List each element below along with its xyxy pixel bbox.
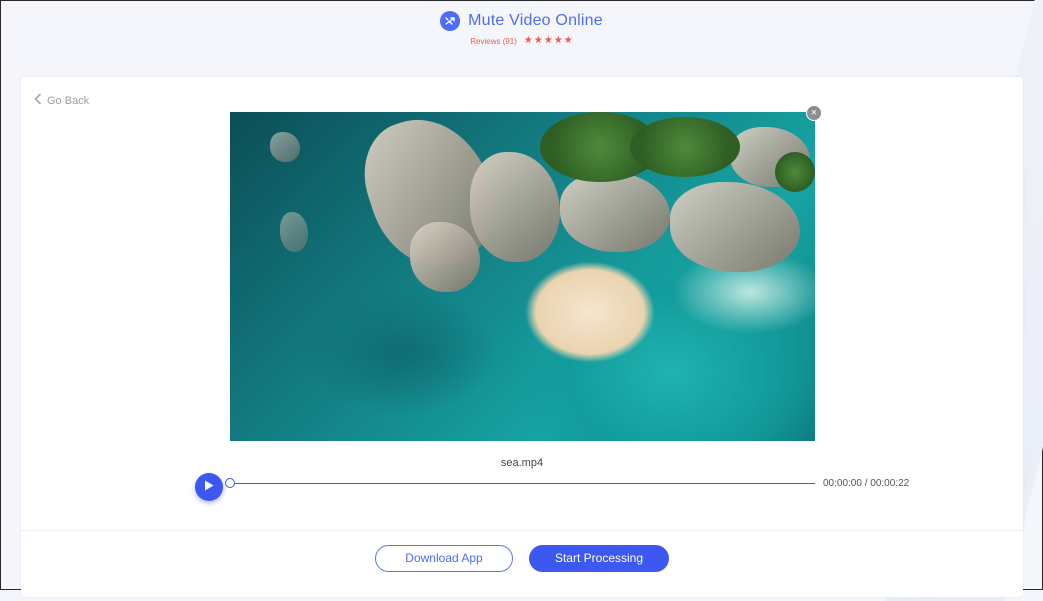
close-icon[interactable]: ×: [806, 105, 822, 121]
rock-shape: [560, 172, 670, 252]
start-processing-button[interactable]: Start Processing: [529, 545, 669, 572]
title-row: Mute Video Online: [440, 11, 603, 31]
reviews-link[interactable]: Reviews (91): [470, 37, 517, 46]
video-filename: sea.mp4: [21, 457, 1023, 469]
rock-shape: [470, 152, 560, 262]
page-header: Mute Video Online Reviews (91) ★ ★ ★ ★ ★: [1, 11, 1042, 46]
video-frame: [230, 112, 815, 441]
rock-shape: [270, 132, 300, 162]
reviews-row: Reviews (91) ★ ★ ★ ★ ★: [1, 36, 1042, 46]
star-icon: ★: [564, 36, 573, 46]
play-button[interactable]: [195, 473, 223, 501]
video-player-controls: 00:00:00 / 00:00:22: [195, 473, 935, 503]
star-icon: ★: [524, 36, 533, 46]
star-icon: ★: [534, 36, 543, 46]
rating-stars: ★ ★ ★ ★ ★: [524, 36, 573, 46]
progress-handle[interactable]: [225, 478, 235, 488]
star-icon: ★: [554, 36, 563, 46]
go-back-link[interactable]: Go Back: [34, 93, 89, 108]
divider: [21, 530, 1023, 531]
rock-shape: [280, 212, 308, 252]
progress-track[interactable]: [230, 483, 815, 484]
chevron-left-icon: [34, 93, 42, 108]
tree-shape: [775, 152, 815, 192]
star-icon: ★: [544, 36, 553, 46]
play-icon: [204, 478, 214, 496]
page-title: Mute Video Online: [468, 12, 603, 30]
download-app-button[interactable]: Download App: [375, 545, 513, 572]
app-logo-icon: [440, 11, 460, 31]
tree-shape: [630, 117, 740, 177]
editor-card: Go Back × sea.mp4 00:00:00 / 00:00:22: [21, 77, 1023, 597]
time-display: 00:00:00 / 00:00:22: [823, 478, 909, 489]
video-preview[interactable]: ×: [230, 112, 815, 441]
go-back-label: Go Back: [47, 95, 89, 107]
rock-shape: [670, 182, 800, 272]
